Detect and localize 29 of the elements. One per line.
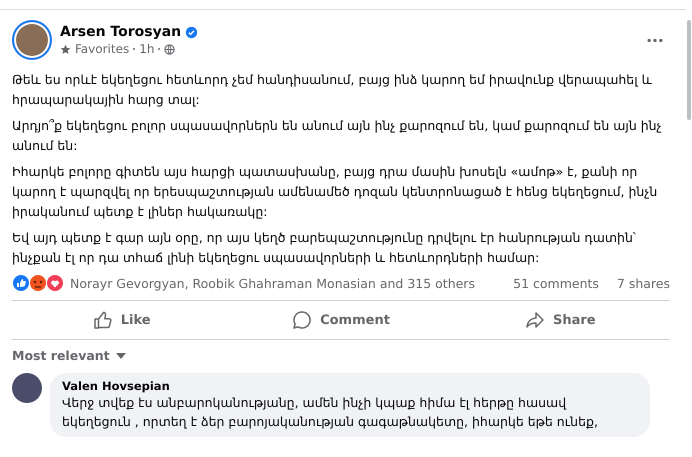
reaction-icons[interactable] (12, 274, 64, 292)
share-button[interactable]: Share (450, 304, 670, 336)
like-button[interactable]: Like (12, 304, 232, 336)
star-icon (60, 44, 71, 54)
comment-button[interactable]: Comment (231, 304, 451, 336)
scrollbar[interactable] (687, 20, 691, 120)
post-paragraph: Եվ այդ պետք է գար այն օրը, որ այս կեղծ բարեպաշտությունը դրվելու էր հանրության դատին՝ ինչքան էլ որ դա տհաճ լինի եկեղեցու սպասավորների և հետևորդների համար: (12, 229, 637, 267)
audience-label: Favorites (75, 42, 130, 56)
caret-icon (116, 352, 126, 358)
commenter-avatar[interactable] (12, 373, 42, 403)
post-paragraph: Իհարկե բոլորը գիտեն այս հարցի պատասխանը, բայց դրա մասին խոսելն «ամոթ» է, քանի որ կարող է պարզվել որ երեսպաշտության ամենամեծ դոզան կենտրոնացած է հենց եկեղեցում, ինչն իրականում պետք է լիներ հակառակը: (12, 163, 658, 221)
post-paragraph: Թեև ես որևէ եկեղեցու հետևորդ չեմ հանդիսանում, բայց ինձ կարող եմ իրավունք վերապահել և հրապարակային հարց տալ: (12, 71, 653, 109)
thumbs-up-icon (92, 310, 113, 330)
sort-dropdown[interactable]: Most relevant (12, 348, 126, 363)
reaction-names[interactable]: Norayr Gevorgyan, Roobik Ghahraman Monasian and 315 others (70, 276, 496, 290)
separator-dot (158, 48, 160, 50)
speech-bubble-icon (292, 310, 312, 330)
separator-dot (133, 48, 136, 50)
commenter-name[interactable]: Valen Hovsepian (62, 379, 638, 393)
more-options-icon[interactable] (646, 38, 664, 43)
author-name[interactable]: Arsen Torosyan (60, 24, 182, 40)
avatar[interactable] (12, 20, 52, 60)
comment-text: Վերջ տվեք էս անբարոկանությանը, ամեն ինչի կպաք հիմա էլ հերթը հասավ եկեղեցուն , որտեղ է ձեր բարոյականության գագաթնակետը, իհարկե եթե ունեք, (62, 394, 599, 431)
comment-count[interactable]: 51 comments (513, 276, 599, 290)
globe-icon (164, 44, 176, 54)
share-arrow-icon (525, 310, 545, 330)
post-paragraph: Արդյո՞ք եկեղեցու բոլոր սպասավորներն են անում այն ինչ քարոզում են, կամ քարոզում են այն ինչ անում են: (12, 117, 663, 155)
share-count[interactable]: 7 shares (616, 276, 670, 290)
post-time[interactable]: 1h (139, 42, 154, 56)
